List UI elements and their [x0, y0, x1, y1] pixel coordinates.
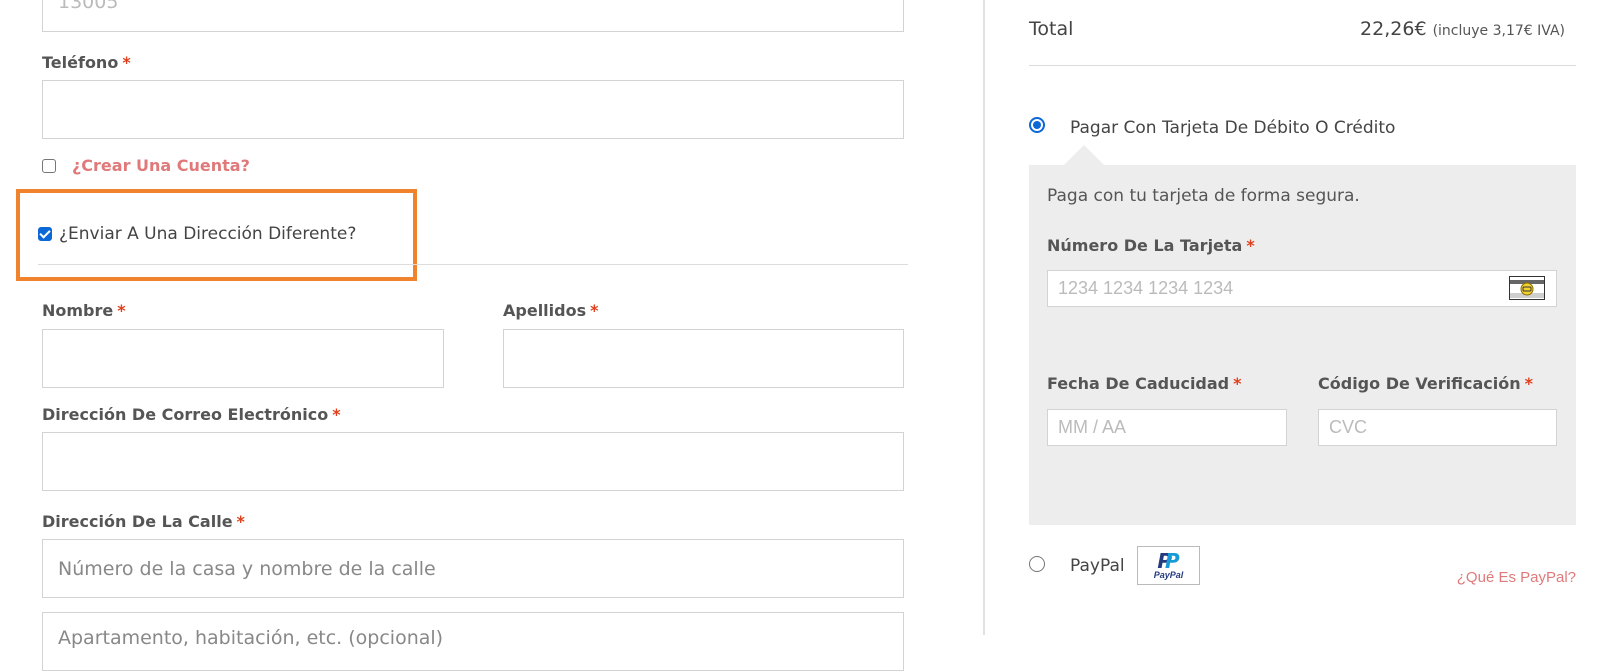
last-name-input[interactable] — [503, 329, 904, 388]
total-label: Total — [1029, 18, 1074, 40]
create-account-link[interactable]: ¿Crear Una Cuenta? — [72, 156, 250, 175]
required-mark: * — [332, 405, 341, 424]
card-brand-icon — [1509, 276, 1545, 300]
paypal-help-link[interactable]: ¿Qué Es PayPal? — [1457, 569, 1576, 586]
create-account-checkbox[interactable] — [42, 159, 56, 173]
required-mark: * — [590, 301, 599, 320]
street-placeholder: Número de la casa y nombre de la calle — [58, 557, 436, 580]
ship-different-checkbox[interactable] — [38, 227, 52, 241]
cvc-placeholder: CVC — [1329, 417, 1368, 437]
section-divider — [38, 264, 908, 265]
email-input[interactable] — [42, 432, 904, 491]
tax-note: (incluye 3,17€ IVA) — [1432, 23, 1565, 39]
phone-label: Teléfono * — [42, 53, 131, 72]
required-mark: * — [117, 301, 126, 320]
phone-input[interactable] — [42, 80, 904, 139]
column-divider — [983, 0, 985, 635]
ship-different-label[interactable]: ¿Enviar A Una Dirección Diferente? — [59, 224, 356, 244]
street2-input[interactable]: Apartamento, habitación, etc. (opcional) — [42, 612, 904, 671]
expiry-label: Fecha De Caducidad * — [1047, 374, 1242, 393]
required-mark: * — [122, 53, 131, 72]
total-amount: 22,26€ (incluye 3,17€ IVA) — [1360, 18, 1565, 40]
required-mark: * — [1524, 374, 1533, 393]
first-name-label: Nombre * — [42, 301, 126, 320]
required-mark: * — [236, 512, 245, 531]
email-label: Dirección De Correo Electrónico * — [42, 405, 341, 424]
card-payment-box — [1029, 165, 1576, 525]
postcode-input[interactable]: 13005 — [42, 0, 904, 32]
postcode-value: 13005 — [58, 0, 119, 13]
card-number-placeholder: 1234 1234 1234 1234 — [1058, 278, 1234, 298]
paypal-option-label[interactable]: PayPal — [1070, 556, 1125, 576]
card-radio[interactable] — [1029, 117, 1045, 133]
paypal-radio[interactable] — [1029, 556, 1045, 572]
cvc-label: Código De Verificación * — [1318, 374, 1533, 393]
card-description: Paga con tu tarjeta de forma segura. — [1047, 186, 1360, 206]
total-divider — [1029, 65, 1576, 66]
required-mark: * — [1233, 374, 1242, 393]
expiry-input[interactable]: MM / AA — [1047, 409, 1287, 446]
required-mark: * — [1246, 236, 1255, 255]
cvc-input[interactable]: CVC — [1318, 409, 1557, 446]
expiry-placeholder: MM / AA — [1058, 417, 1127, 437]
card-number-input[interactable]: 1234 1234 1234 1234 — [1047, 270, 1557, 307]
first-name-input[interactable] — [42, 329, 444, 388]
card-number-label: Número De La Tarjeta * — [1047, 236, 1255, 255]
total-value: 22,26€ — [1360, 18, 1427, 40]
paypal-logo-text: PayPal — [1153, 569, 1184, 580]
street-label: Dirección De La Calle * — [42, 512, 245, 531]
street2-placeholder: Apartamento, habitación, etc. (opcional) — [58, 627, 444, 649]
last-name-label: Apellidos * — [503, 301, 599, 320]
paypal-logo-icon: PP PayPal — [1137, 546, 1200, 585]
street-input[interactable]: Número de la casa y nombre de la calle — [42, 539, 904, 598]
payment-box-arrow — [1064, 145, 1104, 165]
card-option-label[interactable]: Pagar Con Tarjeta De Débito O Crédito — [1070, 118, 1395, 138]
